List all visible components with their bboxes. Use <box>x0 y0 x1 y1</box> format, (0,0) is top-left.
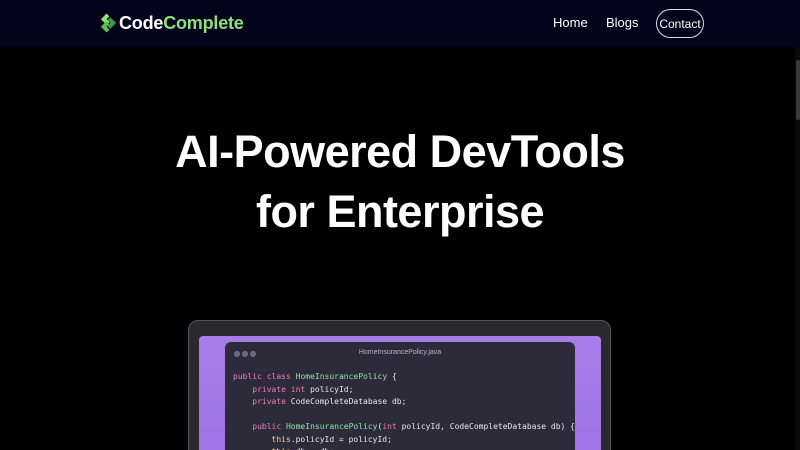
code-line: public HomeInsurancePolicy(int policyId,… <box>233 421 575 434</box>
code-token: int <box>382 422 402 431</box>
contact-button[interactable]: Contact <box>656 9 704 38</box>
hero-title-line1: AI-Powered DevTools <box>175 126 625 177</box>
brand-name: CodeComplete <box>119 12 244 34</box>
code-token: public <box>252 422 286 431</box>
code-line: public class HomeInsurancePolicy { <box>233 371 573 384</box>
code-token: private <box>252 397 291 406</box>
brand-name-part2: Complete <box>163 13 244 33</box>
code-line: private int policyId; <box>233 384 573 397</box>
code-line: this.policyId = policyId; <box>233 434 573 447</box>
code-block: public class HomeInsurancePolicy { priva… <box>233 371 575 450</box>
code-token: CodeCompleteDatabase db; <box>290 397 407 406</box>
scrollbar-thumb[interactable] <box>796 60 800 120</box>
code-line: private CodeCompleteDatabase db; <box>233 396 573 409</box>
nav-home-link[interactable]: Home <box>553 15 588 31</box>
editor-title-bar: HomeInsurancePolicy.java <box>225 342 575 364</box>
brand-name-part1: Code <box>119 13 164 33</box>
code-token: private int <box>252 384 311 394</box>
code-complete-logo-icon <box>100 13 117 33</box>
brand-logo[interactable]: CodeComplete <box>98 12 244 34</box>
code-token: .policyId = policyId; <box>290 434 392 444</box>
code-token: policyId, CodeCompleteDatabase db) { <box>401 422 575 431</box>
code-line: this.db = db; <box>233 446 573 450</box>
code-token: HomeInsurancePolicy <box>285 422 378 431</box>
editor-file-name: HomeInsurancePolicy.java <box>358 349 442 356</box>
code-token: { <box>387 372 397 381</box>
code-editor-window: HomeInsurancePolicy.java public class Ho… <box>225 342 575 450</box>
code-token: this <box>271 434 291 444</box>
code-token: HomeInsurancePolicy <box>295 372 388 381</box>
hero-title: AI-Powered DevTools for Enterprise <box>0 122 800 242</box>
nav-blogs-link[interactable]: Blogs <box>606 15 639 31</box>
code-token: policyId; <box>310 384 354 394</box>
code-token: public class <box>233 372 296 381</box>
top-navbar: CodeComplete Home Blogs Contact <box>0 0 800 47</box>
hero-title-line2: for Enterprise <box>255 186 545 237</box>
